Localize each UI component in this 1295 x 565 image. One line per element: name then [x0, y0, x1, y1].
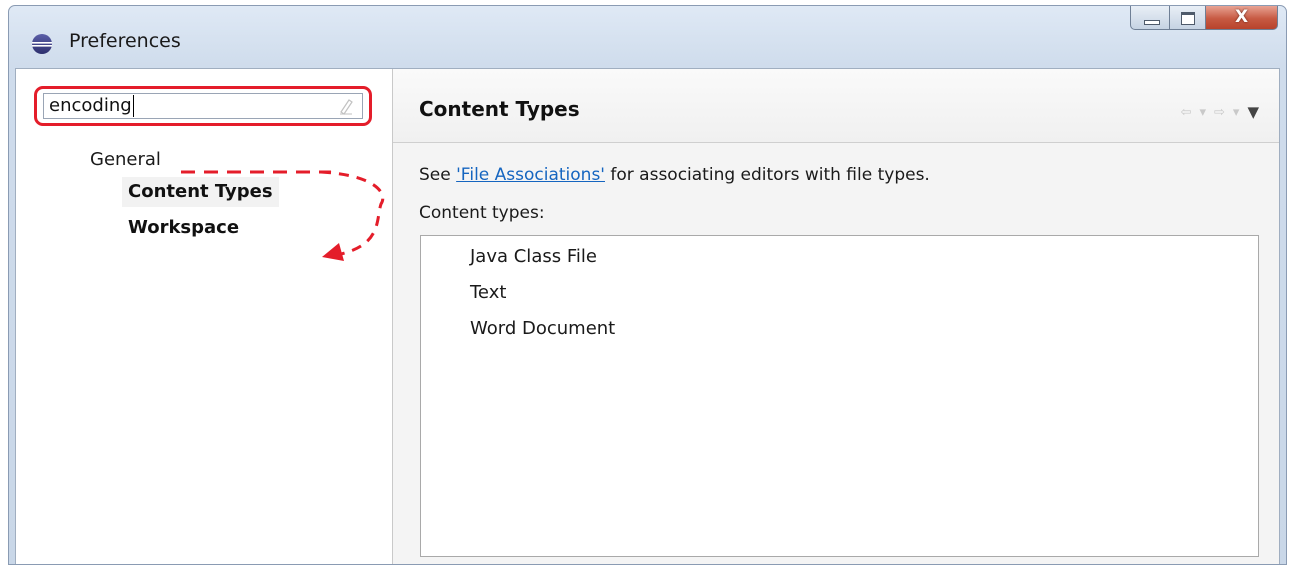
page-header: Content Types ⇦ ▾ ⇨ ▾ ▼ [393, 69, 1279, 143]
minimize-button[interactable] [1130, 6, 1170, 30]
maximize-button[interactable] [1170, 6, 1206, 30]
close-icon: X [1234, 7, 1249, 27]
description-suffix: for associating editors with file types. [604, 165, 930, 185]
tree-item-workspace[interactable]: Workspace [128, 215, 239, 241]
list-item[interactable]: Word Document [470, 318, 615, 339]
view-menu-icon[interactable]: ▼ [1247, 103, 1259, 121]
forward-arrow-icon[interactable]: ⇨ [1214, 105, 1225, 120]
close-button[interactable]: X [1206, 6, 1278, 30]
tree-category-general[interactable]: General [90, 149, 161, 170]
preference-tree-pane: encoding General Content Types Workspace [16, 69, 393, 564]
back-arrow-icon[interactable]: ⇦ [1181, 105, 1192, 120]
window-title: Preferences [69, 30, 181, 52]
preference-page: Content Types ⇦ ▾ ⇨ ▾ ▼ See 'File Associ… [393, 69, 1279, 564]
description-prefix: See [419, 165, 457, 185]
content-types-tree[interactable]: Java Class File Text Word Document [420, 235, 1259, 557]
caption-buttons: X [1130, 6, 1278, 32]
content-types-label: Content types: [419, 203, 545, 223]
tree-item-content-types[interactable]: Content Types [122, 177, 279, 207]
page-title: Content Types [419, 97, 580, 121]
list-item[interactable]: Text [470, 282, 506, 303]
file-associations-link[interactable]: 'File Associations' [456, 165, 605, 185]
title-bar: Preferences X [9, 6, 1286, 68]
forward-dropdown-icon[interactable]: ▾ [1233, 105, 1240, 120]
page-description: See 'File Associations' for associating … [419, 165, 930, 185]
history-nav: ⇦ ▾ ⇨ ▾ ▼ [1181, 103, 1259, 121]
list-item[interactable]: Java Class File [470, 246, 597, 267]
dialog-client-area: encoding General Content Types Workspace… [15, 68, 1280, 564]
eclipse-icon [32, 34, 52, 54]
back-dropdown-icon[interactable]: ▾ [1199, 105, 1206, 120]
preferences-window: Preferences X encoding General Content T… [8, 5, 1287, 565]
